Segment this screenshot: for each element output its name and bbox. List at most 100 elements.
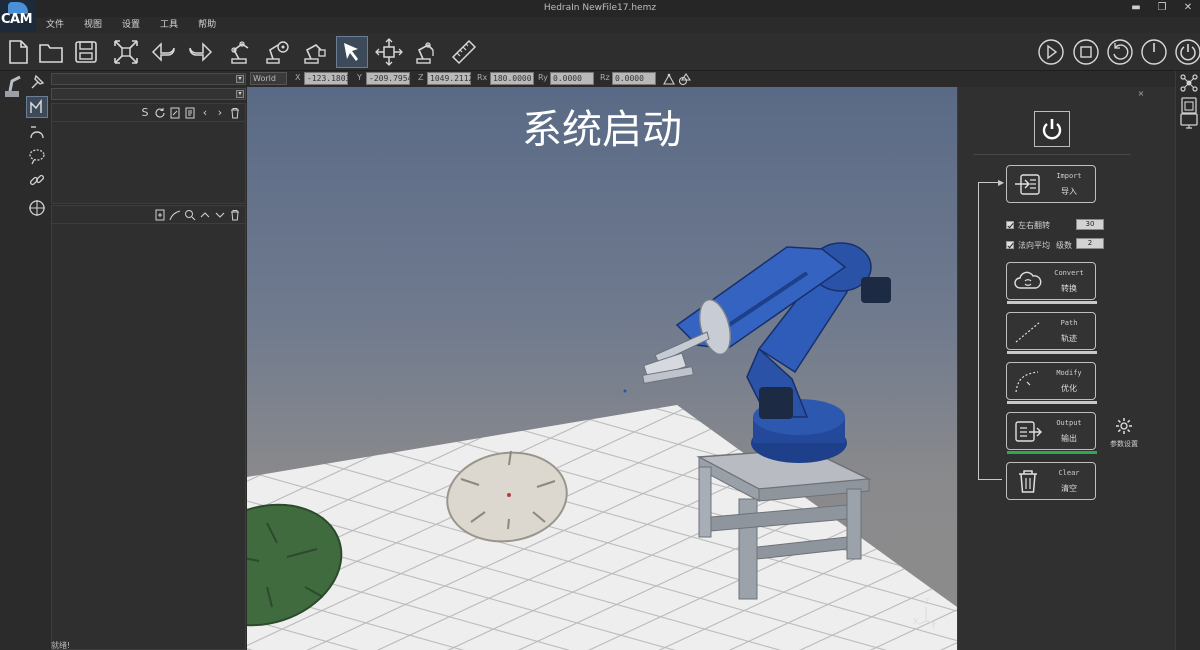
select-arrow-icon[interactable] xyxy=(336,36,368,68)
y-field[interactable]: -209.7954 xyxy=(366,72,412,85)
option-flip[interactable]: 左右翻转 xyxy=(1006,219,1050,231)
flow-line-bottom xyxy=(978,479,1002,480)
modify-button[interactable]: Modify 优化 xyxy=(1006,362,1097,404)
menu-tools[interactable]: 工具 xyxy=(150,17,188,33)
flip-checkbox[interactable] xyxy=(1006,221,1014,229)
path-progress-bar xyxy=(1007,351,1097,354)
import-button[interactable]: Import 导入 xyxy=(1006,165,1096,203)
chevron-down-icon[interactable] xyxy=(214,209,226,221)
z-field[interactable]: 1049.2112 xyxy=(427,72,473,85)
zoom-icon[interactable] xyxy=(184,209,196,221)
option-normal-avg[interactable]: 法向平均 级数 xyxy=(1006,239,1072,251)
modify-icon xyxy=(1015,371,1039,393)
scene-render xyxy=(247,242,957,650)
pin-tool-icon[interactable] xyxy=(26,71,48,93)
modify-label-en: Modify xyxy=(1056,369,1082,377)
robot-corner-icon[interactable] xyxy=(2,73,24,99)
robot-config-icon[interactable] xyxy=(224,36,256,68)
system-power-button[interactable] xyxy=(1034,111,1070,147)
refresh-icon[interactable] xyxy=(154,107,166,119)
target-icon[interactable] xyxy=(26,197,48,219)
copy-doc-icon[interactable] xyxy=(184,107,196,119)
status-text: 就绪! xyxy=(51,641,71,650)
z-label: Z xyxy=(418,73,424,82)
open-folder-icon[interactable] xyxy=(35,36,67,68)
y-label: Y xyxy=(357,73,362,82)
new-file-icon[interactable] xyxy=(2,36,34,68)
3d-viewport[interactable]: 系统启动 Z X Y xyxy=(247,87,957,650)
app-logo: CAM xyxy=(0,0,36,32)
levels-value-field[interactable]: 2 xyxy=(1076,238,1104,249)
s-curve-icon[interactable]: S xyxy=(139,106,151,119)
levels-label: 级数 xyxy=(1056,240,1072,250)
path-list-toolbar: S ‹ › xyxy=(52,104,245,122)
x-label: X xyxy=(295,73,301,82)
pick-point-icon[interactable] xyxy=(662,72,676,86)
power-icon[interactable] xyxy=(1172,36,1200,68)
chevron-right-icon[interactable]: › xyxy=(214,106,226,119)
menu-view[interactable]: 视图 xyxy=(74,17,112,33)
redo-icon[interactable] xyxy=(184,36,216,68)
clear-label-cn: 清空 xyxy=(1061,484,1077,493)
maximize-button[interactable]: ❐ xyxy=(1156,2,1168,14)
output-button[interactable]: Output 输出 xyxy=(1006,412,1097,454)
flip-value-field[interactable]: 30 xyxy=(1076,219,1104,230)
parameter-settings-label: 参数设置 xyxy=(1110,440,1138,448)
menu-bar: 文件 视图 设置 工具 帮助 xyxy=(36,17,226,33)
chevron-up-icon[interactable] xyxy=(199,209,211,221)
play-icon[interactable] xyxy=(1035,36,1067,68)
trash-icon[interactable] xyxy=(229,107,241,119)
save-icon[interactable] xyxy=(70,36,102,68)
robot-sim-icon[interactable] xyxy=(410,36,442,68)
point-list-toolbar xyxy=(52,206,245,224)
curve-tool-icon[interactable] xyxy=(26,121,48,143)
undo-icon[interactable] xyxy=(148,36,180,68)
lasso-icon[interactable] xyxy=(26,145,48,167)
panel-separator xyxy=(974,154,1130,155)
edit-doc-icon[interactable] xyxy=(169,107,181,119)
menu-settings[interactable]: 设置 xyxy=(112,17,150,33)
convert-button[interactable]: Convert 转换 xyxy=(1006,262,1097,304)
import-label-cn: 导入 xyxy=(1061,187,1077,196)
path-button[interactable]: Path 轨迹 xyxy=(1006,312,1097,354)
chevron-down-icon: ▾ xyxy=(236,75,244,83)
rx-field[interactable]: 180.0000 xyxy=(490,72,534,85)
step-icon[interactable] xyxy=(1138,36,1170,68)
shapes-icon[interactable] xyxy=(678,72,692,86)
chevron-left-icon[interactable]: ‹ xyxy=(199,106,211,119)
link-icon[interactable] xyxy=(26,169,48,191)
measure-ruler-icon[interactable] xyxy=(448,36,480,68)
panel-close-button[interactable]: × xyxy=(1134,90,1148,98)
robot-teach-icon[interactable] xyxy=(298,36,330,68)
frame-select[interactable]: World xyxy=(250,72,287,85)
parameter-settings[interactable]: 参数设置 xyxy=(1104,417,1144,449)
object-dropdown-1[interactable]: ▾ xyxy=(51,73,246,85)
menu-help[interactable]: 帮助 xyxy=(188,17,226,33)
ry-label: Ry xyxy=(538,73,548,82)
network-icon[interactable] xyxy=(1179,73,1199,93)
modify-label-cn: 优化 xyxy=(1061,384,1077,393)
minimize-button[interactable]: ▬ xyxy=(1130,2,1142,14)
output-progress-bar xyxy=(1007,451,1097,454)
fit-view-icon[interactable] xyxy=(110,36,142,68)
object-dropdown-2[interactable]: ▾ xyxy=(51,88,246,100)
x-field[interactable]: -123.1803 xyxy=(304,72,350,85)
reset-icon[interactable] xyxy=(1104,36,1136,68)
path-edit-icon[interactable] xyxy=(26,96,48,118)
curve-pen-icon[interactable] xyxy=(169,209,181,221)
move-axis-icon[interactable] xyxy=(373,36,405,68)
doc-add-icon[interactable] xyxy=(154,209,166,221)
workflow-panel: × ▶ Import 导入 左右翻转 30 法向平均 级数 2 Convert … xyxy=(957,87,1175,650)
robot-tool-icon[interactable] xyxy=(261,36,293,68)
clear-button[interactable]: Clear 清空 xyxy=(1006,462,1096,500)
stop-icon[interactable] xyxy=(1070,36,1102,68)
normal-avg-checkbox[interactable] xyxy=(1006,241,1014,249)
ry-field[interactable]: 0.0000 xyxy=(550,72,594,85)
close-window-button[interactable]: ✕ xyxy=(1182,2,1194,14)
rz-label: Rz xyxy=(600,73,610,82)
menu-file[interactable]: 文件 xyxy=(36,17,74,33)
monitor-icon[interactable] xyxy=(1179,111,1199,131)
trash-icon[interactable] xyxy=(229,209,241,221)
rz-field[interactable]: 0.0000 xyxy=(612,72,656,85)
clear-label-en: Clear xyxy=(1058,469,1080,477)
